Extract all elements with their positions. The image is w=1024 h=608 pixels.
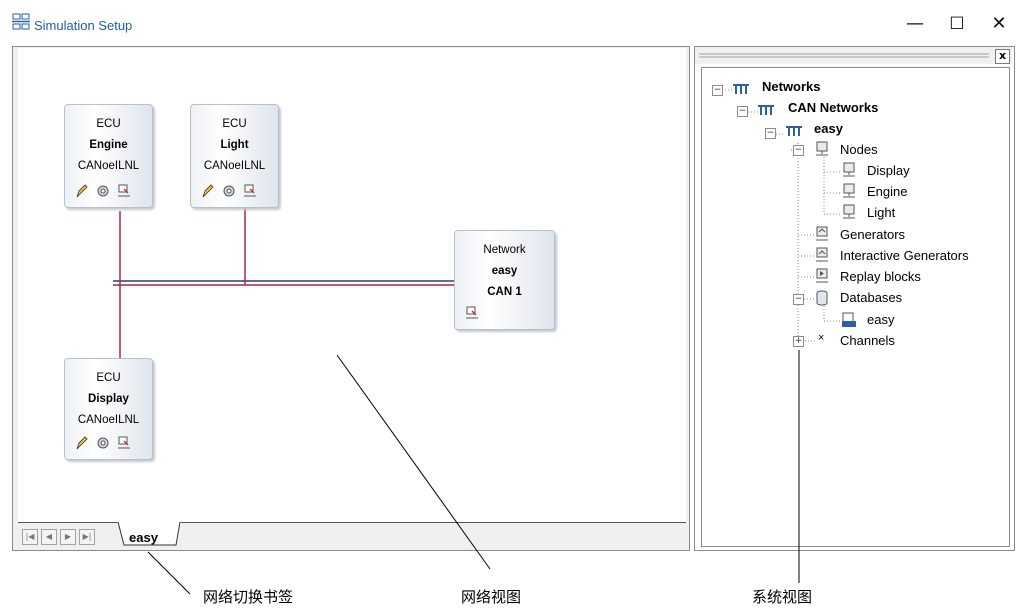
caption-system-view: 系统视图 [752,588,813,606]
caption-network-view: 网络视图 [461,588,522,606]
annotation-arrows [147,350,800,595]
caption-tab-switch: 网络切换书签 [203,588,294,606]
